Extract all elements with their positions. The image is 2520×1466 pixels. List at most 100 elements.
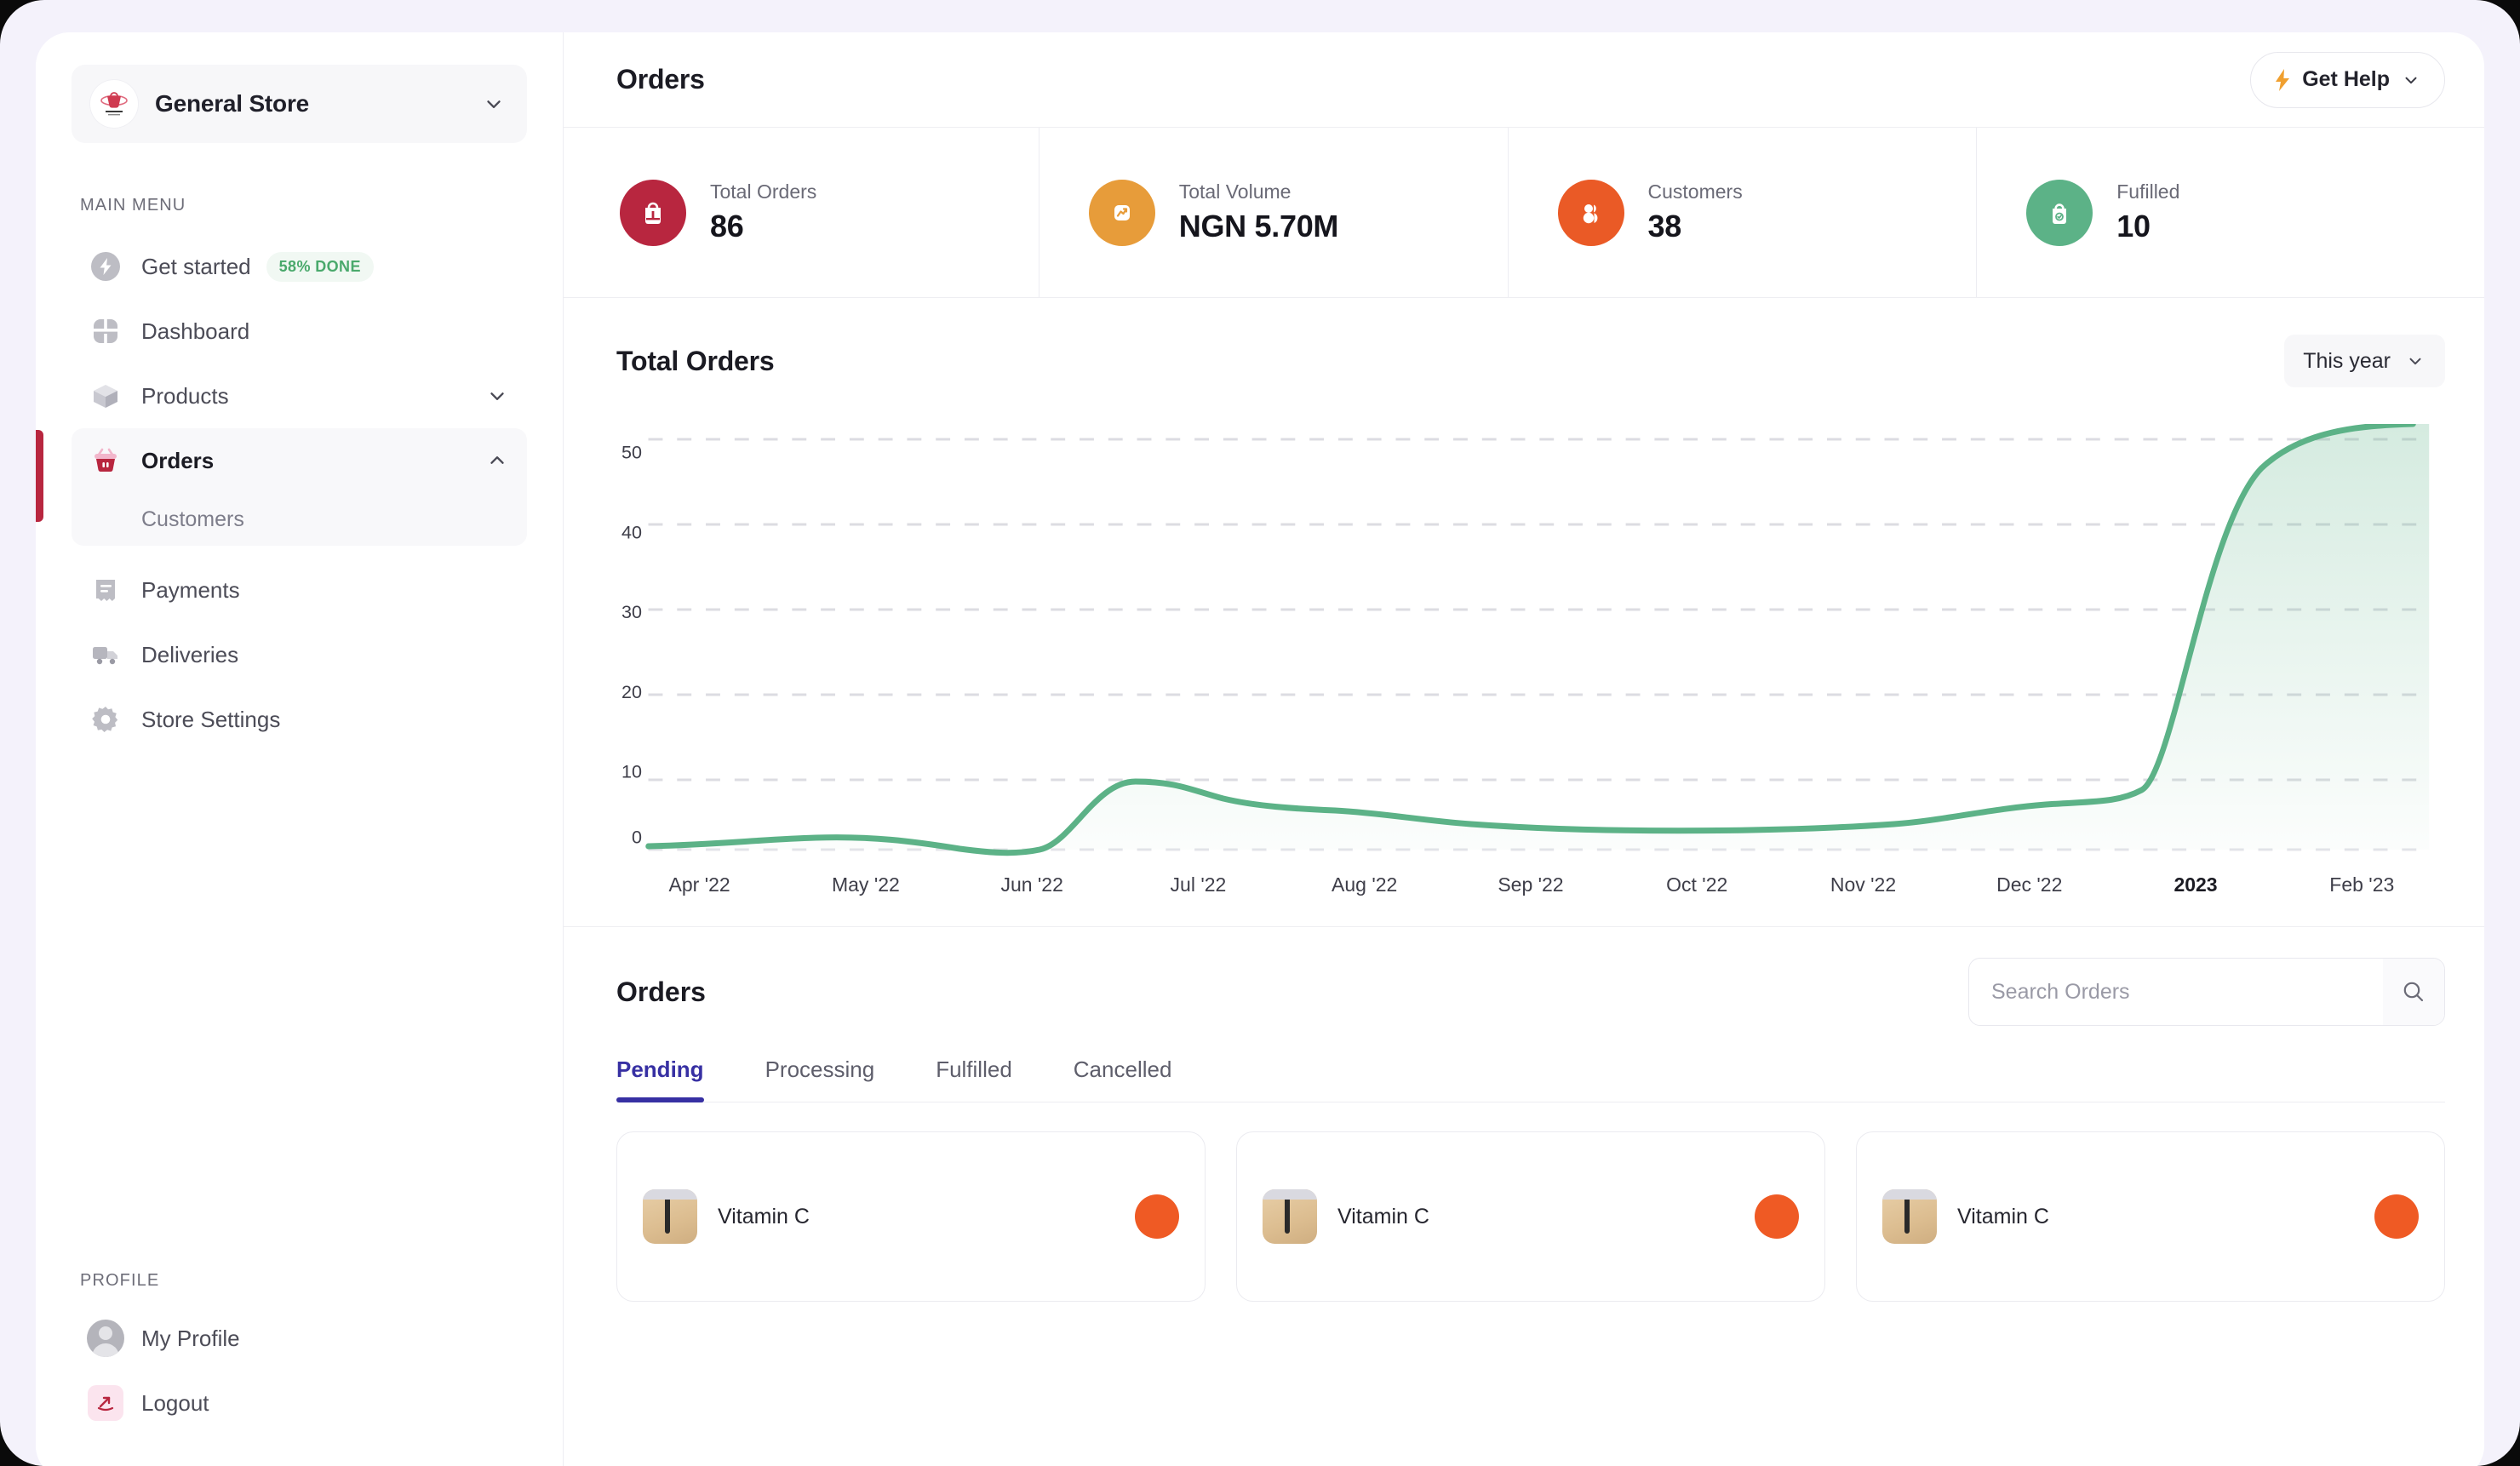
tab-processing[interactable]: Processing <box>765 1057 875 1102</box>
bag-icon <box>620 179 686 246</box>
sidebar-item-payments[interactable]: Payments <box>72 558 527 622</box>
chevron-down-icon[interactable] <box>483 93 505 115</box>
order-card[interactable]: Vitamin C <box>616 1131 1206 1302</box>
get-started-progress-badge: 58% DONE <box>266 251 374 282</box>
chart-range-select[interactable]: This year <box>2284 335 2445 387</box>
chart-block: Total Orders This year 50 40 30 20 10 0 … <box>564 298 2484 927</box>
tab-cancelled[interactable]: Cancelled <box>1074 1057 1172 1102</box>
stat-fulfilled: Fufilled 10 <box>1977 128 2445 297</box>
sidebar-item-my-profile[interactable]: My Profile <box>72 1306 527 1371</box>
svg-text:10: 10 <box>621 761 642 782</box>
get-help-label: Get Help <box>2302 67 2390 91</box>
sidebar-item-label: Store Settings <box>141 706 281 732</box>
stat-label: Total Volume <box>1178 180 1292 203</box>
truck-icon <box>89 638 123 672</box>
stat-label: Total Orders <box>710 180 817 203</box>
sidebar-item-get-started[interactable]: Get started 58% DONE <box>72 234 527 299</box>
users-icon <box>1557 179 1624 246</box>
sidebar-item-store-settings[interactable]: Store Settings <box>72 687 527 752</box>
x-tick: May '22 <box>831 873 900 896</box>
product-thumbnail <box>1882 1189 1937 1244</box>
get-help-button[interactable]: Get Help <box>2250 51 2445 108</box>
lock-bag-icon <box>2026 179 2093 246</box>
total-orders-chart: 50 40 30 20 10 0 Apr '22 May '22 Jun '22… <box>616 424 2445 926</box>
stats-row: Total Orders 86 Total Volume NGN 5.70M C… <box>564 128 2484 298</box>
sidebar-group-orders: Orders Customers <box>36 428 527 546</box>
svg-text:50: 50 <box>621 442 642 463</box>
x-tick: Oct '22 <box>1666 873 1728 896</box>
app-window: General Store MAIN MENU Get started 58% … <box>36 32 2484 1466</box>
topbar: Orders Get Help <box>564 32 2484 128</box>
status-dot <box>1135 1194 1179 1239</box>
status-dot <box>1755 1194 1799 1239</box>
chart-y-axis: 50 40 30 20 10 0 <box>621 442 642 848</box>
sidebar-item-label: My Profile <box>141 1325 240 1351</box>
device-bezel: General Store MAIN MENU Get started 58% … <box>0 0 2520 1466</box>
order-card[interactable]: Vitamin C <box>1856 1131 2445 1302</box>
sidebar-subitem-customers[interactable]: Customers <box>72 493 527 546</box>
order-card[interactable]: Vitamin C <box>1236 1131 1825 1302</box>
receipt-icon <box>89 573 123 607</box>
svg-text:0: 0 <box>632 827 642 848</box>
x-tick: Apr '22 <box>668 873 730 896</box>
dashboard-icon <box>89 314 123 348</box>
page-background: General Store MAIN MENU Get started 58% … <box>0 0 2520 1466</box>
svg-text:30: 30 <box>621 601 642 622</box>
x-tick: Jul '22 <box>1170 873 1227 896</box>
x-tick: Jun '22 <box>1000 873 1063 896</box>
stat-label: Customers <box>1647 180 1743 203</box>
sidebar-item-label: Get started <box>141 253 251 279</box>
orders-block: Orders Pending <box>564 927 2484 1466</box>
chevron-down-icon[interactable] <box>2404 352 2426 370</box>
gear-icon <box>89 702 123 736</box>
store-name: General Store <box>155 90 310 117</box>
orders-tabs: Pending Processing Fulfilled Cancelled <box>616 1057 2445 1102</box>
chart-title: Total Orders <box>616 345 775 376</box>
status-dot <box>2374 1194 2419 1239</box>
sidebar: General Store MAIN MENU Get started 58% … <box>36 32 564 1466</box>
lightning-bolt-icon <box>2273 68 2292 92</box>
search-button[interactable] <box>2383 959 2444 1025</box>
profile-section: PROFILE My Profile Logout <box>36 1271 563 1466</box>
sidebar-item-label: Logout <box>141 1389 209 1416</box>
orders-section-title: Orders <box>616 976 706 1007</box>
chevron-down-icon[interactable] <box>486 385 508 407</box>
sidebar-item-logout[interactable]: Logout <box>72 1371 527 1435</box>
logout-arrow-icon <box>88 1385 123 1421</box>
sidebar-item-deliveries[interactable]: Deliveries <box>72 622 527 687</box>
stat-total-orders: Total Orders 86 <box>616 128 1040 297</box>
search-input[interactable] <box>1991 979 2383 1005</box>
sidebar-item-products[interactable]: Products <box>72 364 527 428</box>
orders-card-list: Vitamin C Vitamin C Vitamin C <box>616 1102 2445 1302</box>
sidebar-item-orders[interactable]: Orders <box>72 428 527 493</box>
search-orders-box <box>1968 958 2445 1026</box>
chart-header: Total Orders This year <box>616 298 2445 424</box>
chevron-down-icon[interactable] <box>2400 71 2422 89</box>
stat-total-volume: Total Volume NGN 5.70M <box>1040 128 1509 297</box>
main-nav: Get started 58% DONE Dashboard Products … <box>36 234 563 752</box>
chart-x-axis: Apr '22 May '22 Jun '22 Jul '22 Aug '22 … <box>616 867 2445 926</box>
tab-fulfilled[interactable]: Fulfilled <box>936 1057 1012 1102</box>
x-tick: Sep '22 <box>1498 873 1564 896</box>
sidebar-item-label: Payments <box>141 576 240 603</box>
sidebar-item-dashboard[interactable]: Dashboard <box>72 299 527 364</box>
chart-range-value: This year <box>2303 348 2391 373</box>
svg-text:20: 20 <box>621 681 642 702</box>
svg-text:40: 40 <box>621 521 642 542</box>
trend-icon <box>1088 179 1155 246</box>
stat-value: 86 <box>710 209 744 243</box>
page-title: Orders <box>616 64 705 94</box>
product-thumbnail <box>1263 1189 1317 1244</box>
x-tick: Dec '22 <box>1996 873 2063 896</box>
stat-customers: Customers 38 <box>1509 128 1978 297</box>
order-product-name: Vitamin C <box>1337 1204 1429 1228</box>
store-switcher[interactable]: General Store <box>72 65 527 143</box>
stat-label: Fufilled <box>2116 180 2180 203</box>
order-product-name: Vitamin C <box>718 1204 810 1228</box>
search-icon <box>2403 982 2424 1002</box>
stat-value: 38 <box>1647 209 1682 243</box>
tab-pending[interactable]: Pending <box>616 1057 704 1102</box>
x-tick: Nov '22 <box>1830 873 1897 896</box>
chevron-up-icon[interactable] <box>486 450 508 472</box>
stat-value: 10 <box>2116 209 2151 243</box>
